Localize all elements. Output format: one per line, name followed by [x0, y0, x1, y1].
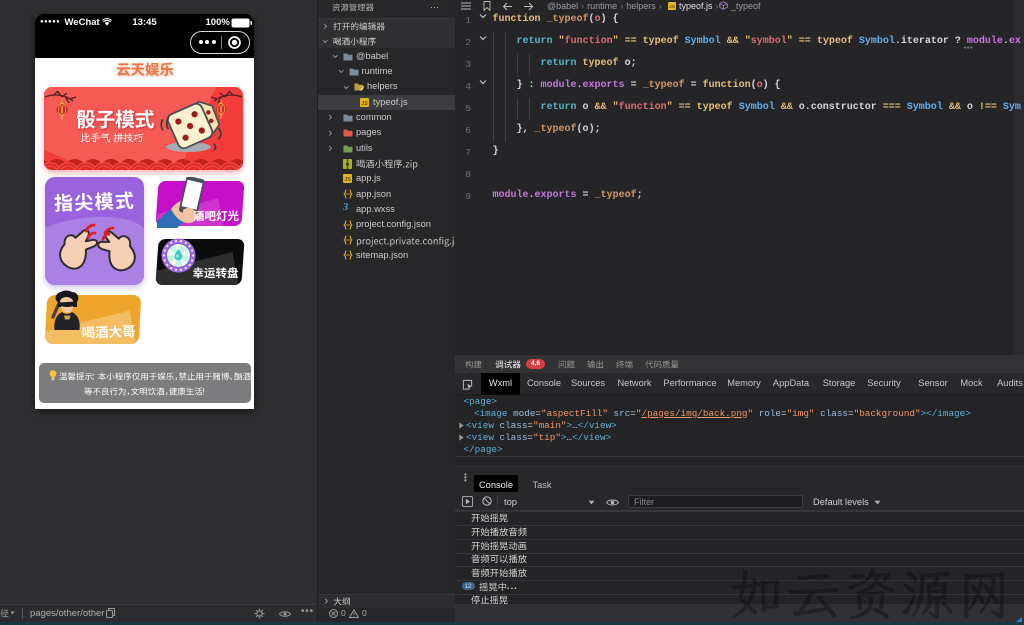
svg-text:JS: JS: [669, 4, 676, 10]
svg-text:JS: JS: [361, 101, 368, 107]
svg-text:JS: JS: [344, 177, 351, 183]
